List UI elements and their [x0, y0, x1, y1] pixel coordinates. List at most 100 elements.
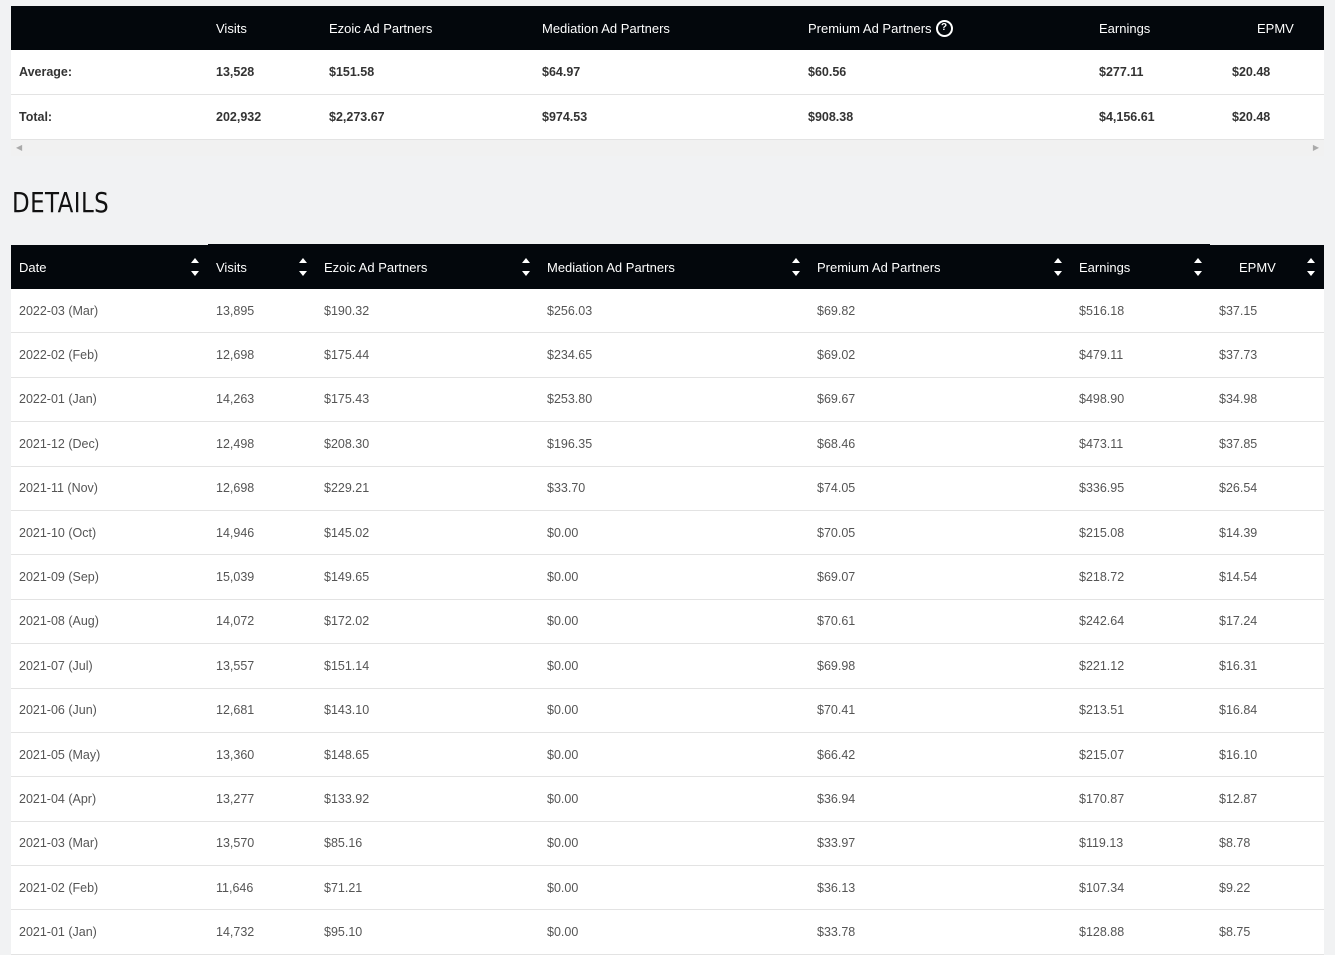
cell-earnings: $516.18 — [1079, 303, 1125, 318]
cell-ezoic: $151.14 — [324, 658, 370, 673]
column-header-ezoic[interactable]: Ezoic Ad Partners — [324, 245, 427, 289]
sort-visits-icon[interactable] — [299, 258, 307, 276]
cell-earnings: $215.07 — [1079, 747, 1125, 762]
summary-cell-mediation: $64.97 — [542, 65, 581, 79]
cell-premium: $66.42 — [817, 747, 856, 762]
cell-premium: $69.07 — [817, 570, 856, 585]
cell-ezoic: $229.21 — [324, 481, 370, 496]
cell-ezoic: $149.65 — [324, 570, 370, 585]
cell-ezoic: $148.65 — [324, 747, 370, 762]
cell-ezoic: $71.21 — [324, 880, 363, 895]
table-row: 2021-05 (May) 13,360 $148.65 $0.00 $66.4… — [11, 733, 1324, 778]
cell-premium: $68.46 — [817, 436, 856, 451]
cell-epmv: $16.31 — [1219, 658, 1258, 673]
cell-premium: $70.05 — [817, 525, 856, 540]
cell-mediation: $0.00 — [547, 747, 579, 762]
cell-earnings: $498.90 — [1079, 392, 1125, 407]
sort-date-icon[interactable] — [191, 258, 199, 276]
details-header-row: Date Visits Ezoic Ad Partners Mediation … — [11, 245, 1324, 289]
summary-cell-earnings: $277.11 — [1099, 65, 1144, 79]
cell-earnings: $218.72 — [1079, 570, 1125, 585]
summary-cell-visits: 202,932 — [216, 110, 262, 124]
summary-header-visits: Visits — [216, 20, 247, 36]
table-row: 2021-04 (Apr) 13,277 $133.92 $0.00 $36.9… — [11, 777, 1324, 822]
details-body: 2022-03 (Mar) 13,895 $190.32 $256.03 $69… — [11, 289, 1324, 955]
table-row: 2021-02 (Feb) 11,646 $71.21 $0.00 $36.13… — [11, 866, 1324, 911]
cell-date: 2022-03 (Mar) — [19, 303, 99, 318]
column-header-date[interactable]: Date — [19, 245, 46, 289]
cell-ezoic: $208.30 — [324, 436, 370, 451]
table-row: 2021-06 (Jun) 12,681 $143.10 $0.00 $70.4… — [11, 689, 1324, 733]
column-header-premium[interactable]: Premium Ad Partners — [817, 245, 941, 289]
cell-mediation: $234.65 — [547, 348, 593, 363]
cell-visits: 15,039 — [216, 570, 255, 585]
cell-mediation: $0.00 — [547, 836, 579, 851]
cell-mediation: $0.00 — [547, 880, 579, 895]
cell-visits: 12,498 — [216, 436, 255, 451]
cell-epmv: $16.84 — [1219, 703, 1258, 718]
summary-table: Visits Ezoic Ad Partners Mediation Ad Pa… — [11, 6, 1324, 156]
cell-date: 2021-03 (Mar) — [19, 836, 99, 851]
cell-mediation: $0.00 — [547, 925, 579, 940]
column-header-mediation[interactable]: Mediation Ad Partners — [547, 245, 675, 289]
cell-mediation: $196.35 — [547, 436, 593, 451]
cell-epmv: $8.75 — [1219, 925, 1251, 940]
cell-visits: 12,698 — [216, 348, 255, 363]
cell-date: 2021-05 (May) — [19, 747, 101, 762]
scroll-right-icon[interactable]: ▶ — [1313, 143, 1319, 152]
cell-premium: $36.13 — [817, 880, 856, 895]
cell-epmv: $37.73 — [1219, 348, 1258, 363]
cell-ezoic: $143.10 — [324, 703, 370, 718]
summary-header-earnings: Earnings — [1099, 20, 1151, 36]
cell-mediation: $0.00 — [547, 614, 579, 629]
table-row: 2021-11 (Nov) 12,698 $229.21 $33.70 $74.… — [11, 467, 1324, 511]
sort-earnings-icon[interactable] — [1194, 258, 1202, 276]
sort-premium-icon[interactable] — [1054, 258, 1062, 276]
sort-epmv-icon[interactable] — [1307, 258, 1315, 276]
table-row: 2021-08 (Aug) 14,072 $172.02 $0.00 $70.6… — [11, 600, 1324, 645]
cell-premium: $74.05 — [817, 481, 856, 496]
table-row: 2021-10 (Oct) 14,946 $145.02 $0.00 $70.0… — [11, 511, 1324, 556]
scroll-left-icon[interactable]: ◀ — [16, 143, 22, 152]
summary-cell-epmv: $20.48 — [1232, 110, 1271, 124]
cell-visits: 14,263 — [216, 392, 255, 407]
summary-header-row: Visits Ezoic Ad Partners Mediation Ad Pa… — [11, 6, 1324, 50]
question-circle-icon[interactable]: ? — [935, 19, 953, 37]
cell-visits: 13,557 — [216, 658, 255, 673]
cell-epmv: $14.39 — [1219, 525, 1258, 540]
cell-visits: 14,732 — [216, 925, 255, 940]
cell-ezoic: $145.02 — [324, 525, 370, 540]
sort-mediation-icon[interactable] — [792, 258, 800, 276]
cell-earnings: $170.87 — [1079, 791, 1125, 806]
cell-date: 2021-01 (Jan) — [19, 925, 97, 940]
cell-mediation: $0.00 — [547, 658, 579, 673]
cell-date: 2022-01 (Jan) — [19, 392, 97, 407]
cell-epmv: $34.98 — [1219, 392, 1258, 407]
cell-ezoic: $133.92 — [324, 791, 370, 806]
cell-earnings: $479.11 — [1079, 348, 1124, 363]
cell-earnings: $128.88 — [1079, 925, 1125, 940]
column-header-visits[interactable]: Visits — [216, 245, 247, 289]
cell-epmv: $37.15 — [1219, 303, 1258, 318]
details-heading: DETAILS — [12, 186, 110, 219]
table-row: 2021-03 (Mar) 13,570 $85.16 $0.00 $33.97… — [11, 822, 1324, 867]
horizontal-scrollbar[interactable]: ◀ ▶ — [11, 140, 1324, 156]
cell-mediation: $253.80 — [547, 392, 593, 407]
summary-header-epmv: EPMV — [1257, 20, 1294, 36]
cell-ezoic: $175.43 — [324, 392, 370, 407]
summary-cell-mediation: $974.53 — [542, 110, 588, 124]
summary-header-mediation: Mediation Ad Partners — [542, 20, 670, 36]
sort-ezoic-icon[interactable] — [522, 258, 530, 276]
cell-mediation: $0.00 — [547, 525, 579, 540]
cell-epmv: $8.78 — [1219, 836, 1251, 851]
cell-premium: $69.67 — [817, 392, 856, 407]
cell-ezoic: $172.02 — [324, 614, 370, 629]
cell-visits: 14,072 — [216, 614, 255, 629]
cell-earnings: $473.11 — [1079, 436, 1124, 451]
summary-cell-visits: 13,528 — [216, 65, 255, 79]
column-header-earnings[interactable]: Earnings — [1079, 245, 1130, 289]
column-header-epmv[interactable]: EPMV — [1239, 245, 1276, 289]
cell-ezoic: $85.16 — [324, 836, 363, 851]
summary-row-label: Average: — [19, 65, 73, 79]
cell-mediation: $33.70 — [547, 481, 586, 496]
